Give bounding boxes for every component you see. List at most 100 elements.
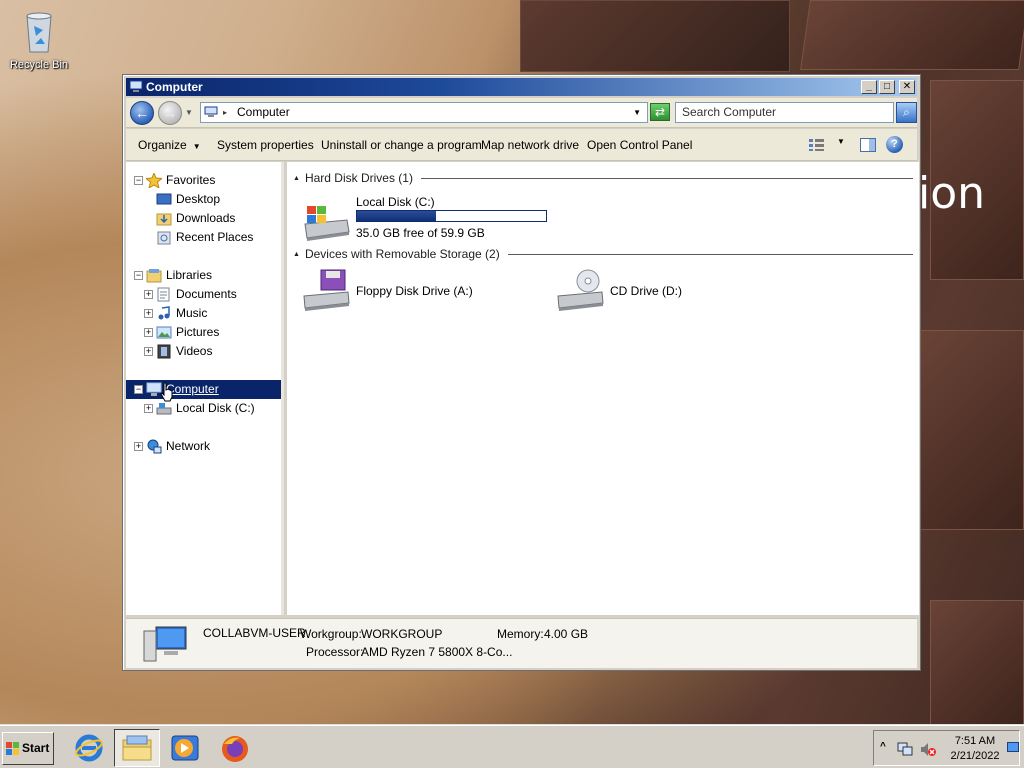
details-pane: COLLABVM-USER Workgroup: WORKGROUP Memor… xyxy=(126,618,917,668)
search-input[interactable]: Search Computer xyxy=(675,102,894,123)
nav-documents[interactable]: + Documents xyxy=(126,285,281,304)
collapse-icon[interactable]: − xyxy=(134,385,143,394)
collapse-icon[interactable]: − xyxy=(134,271,143,280)
wallpaper-text: ion xyxy=(918,168,986,219)
disk-usage-bar xyxy=(356,210,547,222)
network-status-icon[interactable] xyxy=(897,742,913,756)
preview-pane-icon[interactable] xyxy=(860,138,876,152)
taskbar-media-player[interactable] xyxy=(162,729,208,767)
expand-icon[interactable]: + xyxy=(144,347,153,356)
show-desktop-icon[interactable] xyxy=(1007,742,1019,754)
start-label: Start xyxy=(22,741,50,755)
chevron-down-icon: ▼ xyxy=(192,142,201,151)
address-bar[interactable]: ▸ Computer ▼ xyxy=(200,102,648,123)
breadcrumb-computer[interactable]: Computer xyxy=(237,105,290,119)
nav-videos[interactable]: + Videos xyxy=(126,342,281,361)
help-button[interactable]: ? xyxy=(886,136,903,153)
search-icon: ⌕ xyxy=(903,105,910,119)
taskbar-firefox[interactable] xyxy=(212,729,258,767)
history-dropdown-icon[interactable]: ▼ xyxy=(185,108,193,117)
nav-downloads[interactable]: Downloads xyxy=(126,209,281,228)
taskbar-internet-explorer[interactable] xyxy=(66,729,112,767)
nav-pictures[interactable]: + Pictures xyxy=(126,323,281,342)
refresh-icon: ⇄ xyxy=(654,105,666,119)
removable-storage-group[interactable]: ▲ Devices with Removable Storage (2) xyxy=(293,246,913,263)
windows-explorer-icon xyxy=(122,735,152,761)
disk-usage-fill xyxy=(357,211,436,221)
local-disk-c[interactable]: Local Disk (C:) 35.0 GB free of 59.9 GB xyxy=(301,192,551,242)
system-properties-button[interactable]: System properties xyxy=(217,129,314,161)
nav-music-label: Music xyxy=(176,306,208,320)
expand-icon[interactable]: + xyxy=(144,290,153,299)
recycle-bin[interactable]: Recycle Bin xyxy=(8,6,70,71)
title-bar[interactable]: Computer _ □ ✕ xyxy=(126,78,917,96)
organize-label: Organize xyxy=(138,138,187,152)
floppy-drive-label: Floppy Disk Drive (A:) xyxy=(356,284,473,298)
collapse-triangle-icon[interactable]: ▲ xyxy=(293,175,300,182)
nav-computer[interactable]: − Computer xyxy=(126,380,281,402)
system-tray: ^ 7:51 AM 2/21/2022 xyxy=(873,730,1020,766)
nav-desktop[interactable]: Desktop xyxy=(126,190,281,209)
expand-icon[interactable]: + xyxy=(144,309,153,318)
view-options-icon[interactable] xyxy=(808,138,826,152)
clock[interactable]: 7:51 AM 2/21/2022 xyxy=(946,734,1004,764)
recent-places-icon xyxy=(157,231,171,245)
nav-libraries[interactable]: − Libraries xyxy=(126,266,281,285)
desktop-icon xyxy=(156,193,172,205)
workgroup-value: WORKGROUP xyxy=(361,627,443,641)
search-button[interactable]: ⌕ xyxy=(896,102,917,123)
nav-recent-places[interactable]: Recent Places xyxy=(126,228,281,247)
nav-favorites[interactable]: − Favorites xyxy=(126,171,281,190)
show-hidden-icons-button[interactable]: ^ xyxy=(880,741,886,752)
expand-icon[interactable]: + xyxy=(134,442,143,451)
address-dropdown-icon[interactable]: ▼ xyxy=(633,103,641,122)
minimize-button[interactable]: _ xyxy=(861,80,877,94)
nav-local-disk[interactable]: + Local Disk (C:) xyxy=(126,399,281,418)
cd-drive-d[interactable]: CD Drive (D:) xyxy=(555,268,755,314)
nav-recent-places-label: Recent Places xyxy=(176,230,254,244)
taskbar-windows-explorer[interactable] xyxy=(114,729,160,767)
maximize-button[interactable]: □ xyxy=(879,80,895,94)
floppy-drive-a[interactable]: Floppy Disk Drive (A:) xyxy=(301,268,501,314)
windows-logo-icon xyxy=(6,742,19,755)
libraries-icon xyxy=(146,269,162,283)
view-dropdown-icon[interactable]: ▼ xyxy=(837,137,845,151)
explorer-window: Computer _ □ ✕ ← → ▼ ▸ Computer ▼ ⇄ Sear… xyxy=(122,74,921,671)
hard-disk-drives-group[interactable]: ▲ Hard Disk Drives (1) xyxy=(293,170,913,187)
open-control-panel-button[interactable]: Open Control Panel xyxy=(587,129,692,161)
expand-icon[interactable]: + xyxy=(144,328,153,337)
organize-button[interactable]: Organize ▼ xyxy=(138,129,201,161)
volume-muted-icon[interactable] xyxy=(920,742,936,757)
expand-icon[interactable]: + xyxy=(144,404,153,413)
content-pane: ▲ Hard Disk Drives (1) Local Disk (C:) 35… xyxy=(287,162,919,615)
map-network-drive-button[interactable]: Map network drive xyxy=(481,129,579,161)
close-button[interactable]: ✕ xyxy=(899,80,915,94)
nav-documents-label: Documents xyxy=(176,287,237,301)
collapse-icon[interactable]: − xyxy=(134,176,143,185)
clock-time: 7:51 AM xyxy=(954,735,996,747)
local-disk-space: 35.0 GB free of 59.9 GB xyxy=(356,226,485,240)
cd-drive-label: CD Drive (D:) xyxy=(610,284,682,298)
nav-music[interactable]: + Music xyxy=(126,304,281,323)
refresh-button[interactable]: ⇄ xyxy=(650,103,670,121)
computer-name: COLLABVM-USER xyxy=(203,626,306,640)
forward-button[interactable]: → xyxy=(158,101,182,125)
address-bar-row: ← → ▼ ▸ Computer ▼ ⇄ Search Computer ⌕ xyxy=(126,98,917,128)
start-button[interactable]: Start xyxy=(2,732,54,765)
breadcrumb-separator-icon[interactable]: ▸ xyxy=(223,103,227,122)
clock-date: 2/21/2022 xyxy=(950,750,1000,762)
nav-desktop-label: Desktop xyxy=(176,192,221,206)
collapse-triangle-icon[interactable]: ▲ xyxy=(293,251,300,258)
back-button[interactable]: ← xyxy=(130,101,154,125)
processor-label: Processor: xyxy=(306,645,364,659)
command-bar: Organize ▼ System properties Uninstall or… xyxy=(126,129,917,161)
recycle-bin-label: Recycle Bin xyxy=(9,59,69,71)
hard-drive-icon xyxy=(156,403,172,415)
nav-network[interactable]: + Network xyxy=(126,437,281,456)
taskbar: Start ^ 7:51 AM 2/21/2022 xyxy=(0,725,1024,768)
navigation-pane: − Favorites Desktop Downloads Recent Pla… xyxy=(126,162,284,615)
uninstall-program-button[interactable]: Uninstall or change a program xyxy=(321,129,482,161)
windows-hard-drive-icon xyxy=(304,206,350,241)
forward-arrow-icon: → xyxy=(163,105,177,121)
nav-videos-label: Videos xyxy=(176,344,213,358)
